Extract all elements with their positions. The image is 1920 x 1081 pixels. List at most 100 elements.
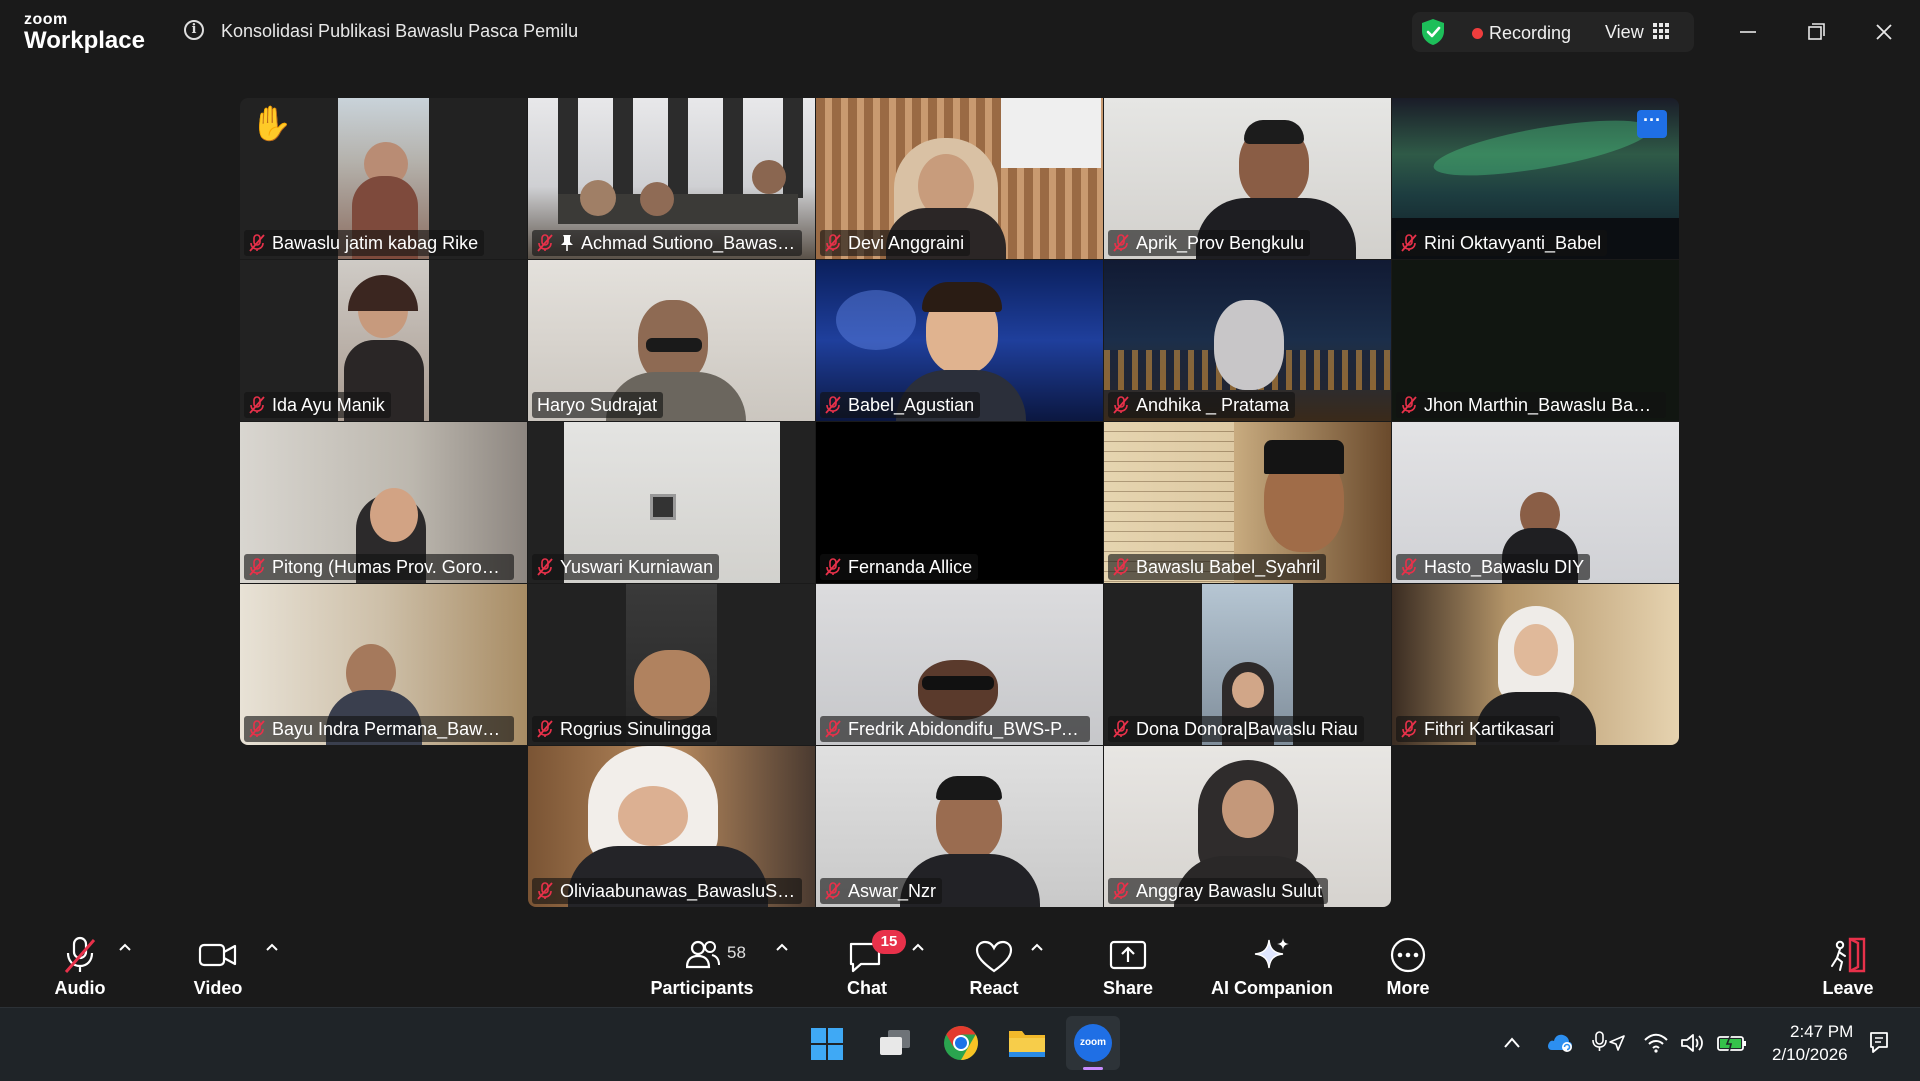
video-tile[interactable]: Babel_Agustian	[816, 260, 1103, 421]
video-tile[interactable]: Fithri Kartikasari	[1392, 584, 1679, 745]
video-camera-icon	[198, 943, 237, 967]
view-grid-icon[interactable]	[1652, 22, 1670, 40]
wifi-icon[interactable]	[1643, 1032, 1669, 1054]
video-label: Video	[193, 978, 243, 998]
task-view-button[interactable]	[868, 1016, 922, 1070]
participants-label: Participants	[650, 978, 754, 998]
participant-name: Devi Anggraini	[848, 232, 965, 253]
zoom-icon: zoom	[1074, 1024, 1112, 1062]
encryption-shield-icon[interactable]	[1420, 18, 1446, 46]
react-button[interactable]: React	[954, 932, 1034, 1004]
participants-options-chevron-icon[interactable]	[775, 940, 789, 954]
video-tile[interactable]: Ida Ayu Manik	[240, 260, 527, 421]
video-tile[interactable]: Jhon Marthin_Bawaslu Bant...	[1392, 260, 1679, 421]
participant-name-tag: Andhika _ Pratama	[1108, 392, 1296, 418]
participant-name: Bawaslu Babel_Syahril	[1136, 556, 1321, 577]
participant-name: Fredrik Abidondifu_BWS-PA...	[848, 718, 1084, 739]
video-tile[interactable]: Achmad Sutiono_Bawasl...	[528, 98, 815, 259]
participant-name: Aprik_Prov Bengkulu	[1136, 232, 1305, 253]
participant-name: Babel_Agustian	[848, 394, 975, 415]
battery-charging-icon[interactable]	[1716, 1032, 1748, 1054]
zoom-workplace-logo: zoom Workplace	[24, 12, 145, 53]
participant-name: Fernanda Allice	[848, 556, 973, 577]
muted-mic-icon	[1401, 720, 1417, 738]
video-tile[interactable]: Bawaslu Babel_Syahril	[1104, 422, 1391, 583]
pin-icon	[561, 235, 573, 251]
react-options-chevron-icon[interactable]	[1030, 940, 1044, 954]
video-tile[interactable]: ✋ Bawaslu jatim kabag Rike	[240, 98, 527, 259]
view-button[interactable]: View	[1605, 22, 1644, 43]
video-options-chevron-icon[interactable]	[265, 940, 279, 954]
taskbar-date[interactable]: 2/10/2026	[1772, 1045, 1848, 1065]
share-button[interactable]: Share	[1088, 932, 1168, 1004]
ai-sparkle-icon	[1254, 938, 1289, 969]
participant-name-tag: Aprik_Prov Bengkulu	[1108, 230, 1311, 256]
video-tile[interactable]: Andhika _ Pratama	[1104, 260, 1391, 421]
participant-name-tag: Devi Anggraini	[820, 230, 971, 256]
video-tile[interactable]: Hasto_Bawaslu DIY	[1392, 422, 1679, 583]
video-tile[interactable]: ··· Rini Oktavyanti_Babel	[1392, 98, 1679, 259]
video-tile[interactable]: Bayu Indra Permana_Bawasl...	[240, 584, 527, 745]
chat-label: Chat	[847, 978, 887, 998]
video-tile[interactable]: Aswar_Nzr	[816, 746, 1103, 907]
participant-name-tag: Ida Ayu Manik	[244, 392, 391, 418]
meeting-info-icon[interactable]: i	[184, 20, 204, 40]
participant-name: Pitong (Humas Prov. Goront...	[272, 556, 508, 577]
video-tile[interactable]: Fernanda Allice	[816, 422, 1103, 583]
audio-label: Audio	[54, 978, 106, 998]
participant-name-tag: Bawaslu Babel_Syahril	[1108, 554, 1327, 580]
participant-name: Hasto_Bawaslu DIY	[1424, 556, 1585, 577]
windows-start-button[interactable]	[800, 1016, 854, 1070]
video-tile[interactable]: Anggray Bawaslu Sulut	[1104, 746, 1391, 907]
video-tile[interactable]: Yuswari Kurniawan	[528, 422, 815, 583]
notification-center-icon[interactable]	[1866, 1030, 1892, 1056]
video-tile[interactable]: Devi Anggraini	[816, 98, 1103, 259]
show-hidden-icons-chevron-icon[interactable]	[1503, 1036, 1521, 1050]
tile-more-options-button[interactable]: ···	[1637, 110, 1667, 138]
restore-icon[interactable]	[1798, 14, 1834, 50]
video-tile[interactable]: Aprik_Prov Bengkulu	[1104, 98, 1391, 259]
participant-count: 58	[727, 943, 746, 962]
recording-label[interactable]: Recording	[1489, 23, 1571, 44]
participant-name-tag: Dona Donora|Bawaslu Riau	[1108, 716, 1364, 742]
minimize-icon[interactable]	[1730, 14, 1766, 50]
more-options-icon	[1390, 937, 1426, 973]
video-tile[interactable]: Rogrius Sinulingga	[528, 584, 815, 745]
chat-options-chevron-icon[interactable]	[911, 940, 925, 954]
leave-button[interactable]: Leave	[1808, 932, 1888, 1004]
react-label: React	[969, 978, 1019, 998]
video-tile[interactable]: Fredrik Abidondifu_BWS-PA...	[816, 584, 1103, 745]
muted-mic-icon	[1113, 558, 1129, 576]
video-tile[interactable]: Dona Donora|Bawaslu Riau	[1104, 584, 1391, 745]
video-tile[interactable]: Pitong (Humas Prov. Goront...	[240, 422, 527, 583]
volume-icon[interactable]	[1680, 1032, 1706, 1054]
zoom-taskbar-button[interactable]: zoom	[1066, 1016, 1120, 1070]
more-button[interactable]: More	[1368, 932, 1448, 1004]
more-label: More	[1386, 978, 1430, 998]
participant-name-tag: Anggray Bawaslu Sulut	[1108, 878, 1329, 904]
muted-mic-icon	[1113, 882, 1129, 900]
share-label: Share	[1102, 978, 1154, 998]
leave-label: Leave	[1822, 978, 1874, 998]
title-bar: zoom Workplace i Konsolidasi Publikasi B…	[0, 0, 1920, 64]
audio-button[interactable]: Audio	[40, 932, 120, 1004]
participant-name: Bayu Indra Permana_Bawasl...	[272, 718, 508, 739]
taskbar-time[interactable]: 2:47 PM	[1790, 1022, 1853, 1042]
mic-location-in-use-icon[interactable]	[1592, 1030, 1626, 1056]
muted-mic-icon	[249, 234, 265, 252]
audio-options-chevron-icon[interactable]	[118, 940, 132, 954]
participant-name: Yuswari Kurniawan	[560, 556, 714, 577]
participant-name-tag: Babel_Agustian	[820, 392, 981, 418]
heart-icon	[975, 940, 1013, 973]
muted-mic-icon	[825, 882, 841, 900]
video-tile[interactable]: Oliviaabunawas_BawasluSul...	[528, 746, 815, 907]
chat-unread-badge: 15	[872, 930, 906, 954]
onedrive-sync-icon[interactable]	[1546, 1030, 1574, 1054]
chrome-taskbar-button[interactable]	[934, 1016, 988, 1070]
video-button[interactable]: Video	[178, 932, 258, 1004]
file-explorer-taskbar-button[interactable]	[1000, 1016, 1054, 1070]
video-tile-active-speaker[interactable]: Haryo Sudrajat	[528, 260, 815, 421]
ai-companion-button[interactable]: AI Companion	[1200, 932, 1344, 1004]
participant-name-tag: Bawaslu jatim kabag Rike	[244, 230, 485, 256]
close-icon[interactable]	[1866, 14, 1902, 50]
